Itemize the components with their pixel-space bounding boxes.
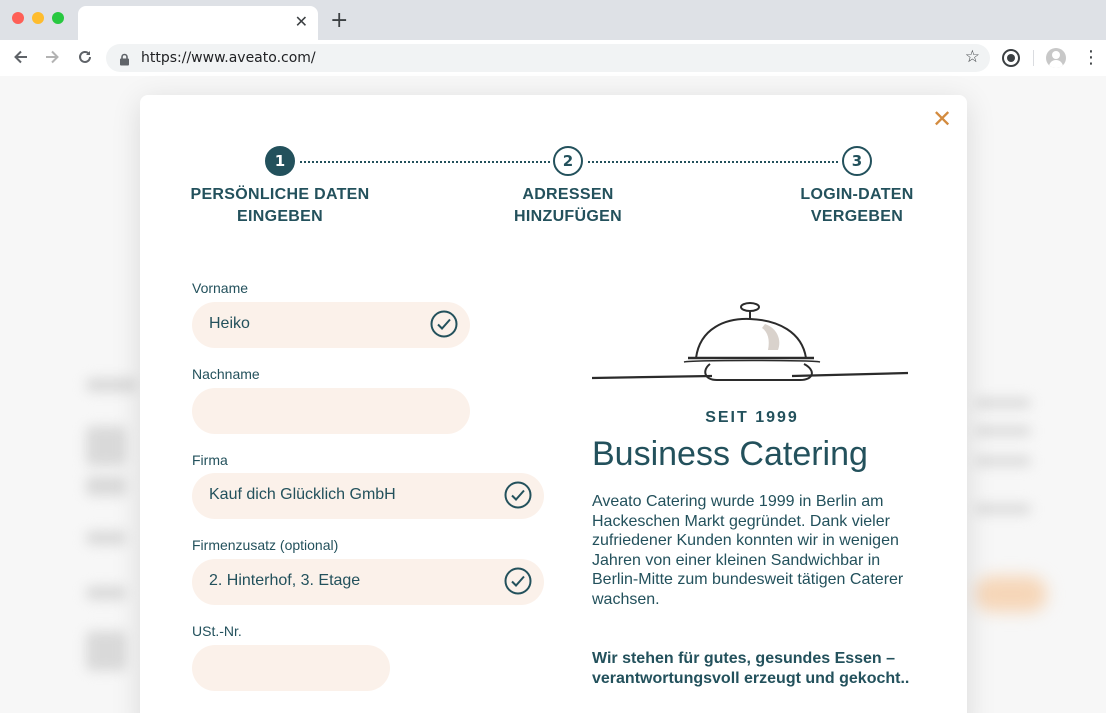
new-tab-button[interactable]: + (330, 9, 348, 33)
check-circle-icon (504, 481, 532, 509)
profile-avatar-icon[interactable] (1046, 48, 1066, 68)
step-2-label-line1: ADRESSEN (522, 186, 614, 203)
step-3-label-line1: LOGIN-DATEN (800, 186, 914, 203)
lock-icon (119, 51, 130, 66)
step-3-label: LOGIN-DATEN VERGEBEN (757, 184, 957, 228)
check-circle-icon (504, 567, 532, 595)
blurred-text (86, 378, 136, 392)
minimize-window-button[interactable] (32, 12, 44, 24)
step-2-indicator: 2 (553, 146, 583, 176)
blurred-text (86, 631, 126, 671)
vorname-value[interactable]: Heiko (209, 315, 250, 333)
nachname-field[interactable] (192, 388, 470, 434)
nachname-label: Nachname (192, 366, 260, 382)
step-2-label-line2: HINZUFÜGEN (514, 208, 622, 225)
step-1-label-line1: PERSÖNLICHE DATEN (190, 186, 370, 203)
info-title: Business Catering (592, 435, 868, 473)
step-1-label: PERSÖNLICHE DATEN EINGEBEN (180, 184, 380, 228)
maximize-window-button[interactable] (52, 12, 64, 24)
close-window-button[interactable] (12, 12, 24, 24)
blurred-button (975, 576, 1047, 612)
blurred-text (86, 426, 126, 466)
browser-toolbar: https://www.aveato.com/ ☆ ⋮ (0, 40, 1106, 76)
url-text[interactable]: https://www.aveato.com/ (141, 49, 316, 67)
browser-tab-bar: ✕ + (0, 0, 1106, 40)
firma-label: Firma (192, 452, 228, 468)
since-label: SEIT 1999 (705, 409, 799, 426)
step-connector (588, 161, 838, 163)
step-connector (300, 161, 550, 163)
firma-value[interactable]: Kauf dich Glücklich GmbH (209, 486, 396, 504)
info-motto: Wir stehen für gutes, gesundes Essen – v… (592, 650, 910, 687)
blurred-text (86, 531, 126, 545)
blurred-text (86, 586, 126, 600)
close-icon[interactable]: ✕ (932, 107, 952, 131)
info-description: Aveato Catering wurde 1999 in Berlin am … (592, 493, 904, 608)
vorname-field[interactable]: Heiko (192, 302, 470, 348)
extension-icon[interactable] (1002, 49, 1020, 67)
back-arrow-icon[interactable] (11, 48, 31, 68)
registration-modal: ✕ 1 2 3 PERSÖNLICHE DATEN EINGEBEN ADRES… (140, 95, 967, 713)
toolbar-divider (1033, 50, 1034, 66)
browser-tab[interactable]: ✕ (78, 6, 318, 40)
cloche-illustration (592, 302, 909, 381)
step-3-indicator: 3 (842, 146, 872, 176)
forward-arrow-icon[interactable] (42, 48, 62, 68)
firmenzusatz-label: Firmenzusatz (optional) (192, 537, 339, 553)
check-circle-icon (430, 310, 458, 338)
step-3-label-line2: VERGEBEN (810, 208, 904, 225)
tab-close-icon[interactable]: ✕ (295, 13, 308, 31)
step-2-label: ADRESSEN HINZUFÜGEN (468, 184, 668, 228)
reload-icon[interactable] (75, 48, 95, 68)
kebab-menu-icon[interactable]: ⋮ (1082, 48, 1100, 68)
blurred-text (975, 504, 1031, 514)
step-1-label-line2: EINGEBEN (237, 208, 323, 225)
step-1-indicator: 1 (265, 146, 295, 176)
blurred-text (975, 456, 1031, 466)
firmenzusatz-field[interactable]: 2. Hinterhof, 3. Etage (192, 559, 544, 605)
bookmark-star-icon[interactable]: ☆ (965, 47, 980, 67)
firma-field[interactable]: Kauf dich Glücklich GmbH (192, 473, 544, 519)
vorname-label: Vorname (192, 280, 249, 296)
ust-label: USt.-Nr. (192, 623, 242, 639)
address-bar[interactable]: https://www.aveato.com/ ☆ (106, 44, 990, 72)
firmenzusatz-value[interactable]: 2. Hinterhof, 3. Etage (209, 572, 360, 590)
blurred-text (975, 398, 1031, 408)
blurred-text (975, 426, 1031, 436)
ust-field[interactable] (192, 645, 390, 691)
blurred-text (86, 476, 126, 496)
